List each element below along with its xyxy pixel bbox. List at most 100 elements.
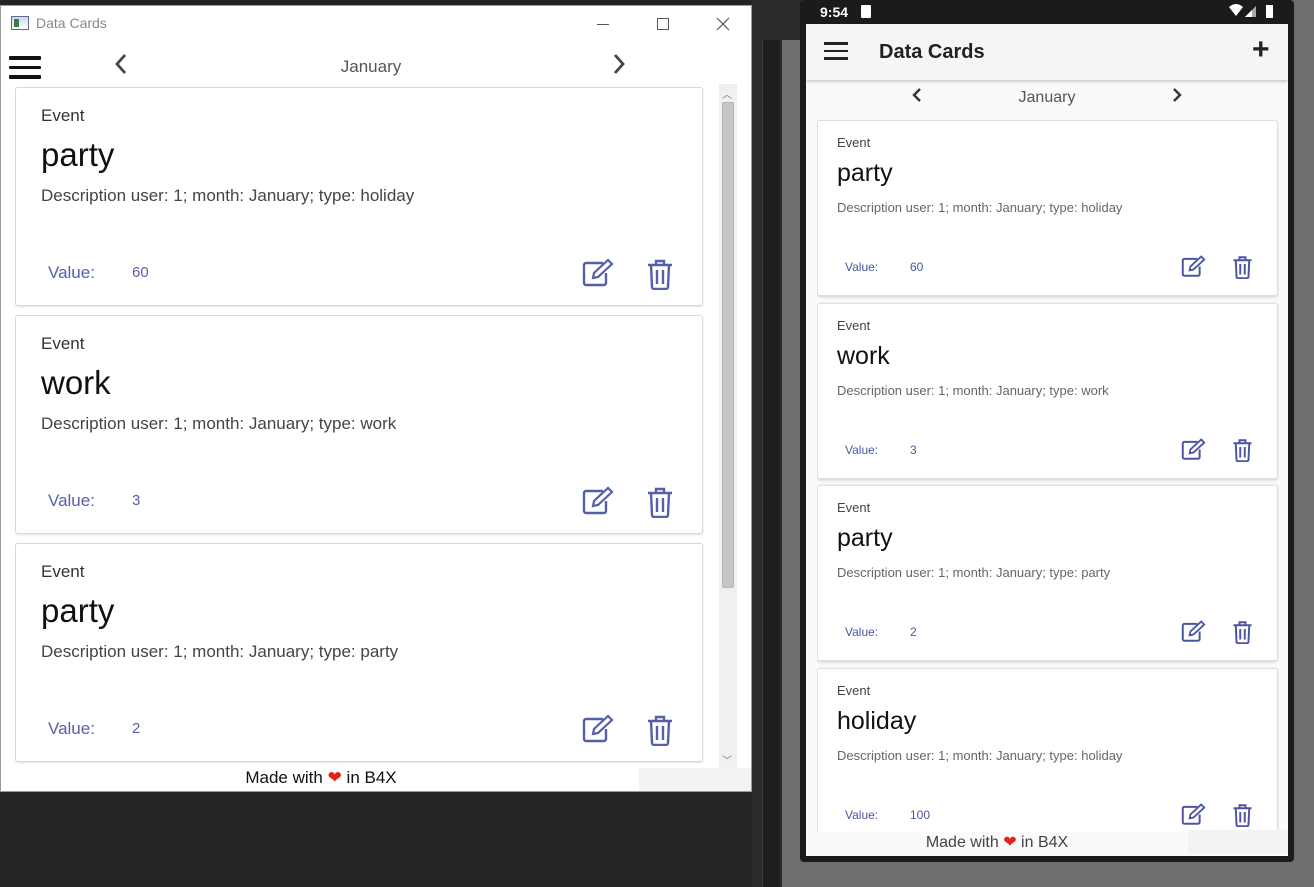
data-card: Event party Description user: 1; month: …	[817, 485, 1278, 661]
footer-credit: Made with ❤ in B4X	[806, 832, 1188, 852]
trash-icon[interactable]	[646, 258, 674, 290]
value-label: Value:	[845, 443, 879, 457]
phone-screen: Data Cards + January Event party Descrip…	[806, 24, 1288, 856]
value-text: 3	[910, 443, 917, 457]
value-label: Value:	[845, 625, 879, 639]
card-title: party	[837, 524, 893, 552]
data-card: Event work Description user: 1; month: J…	[817, 303, 1278, 479]
add-icon[interactable]: +	[1252, 33, 1270, 67]
chevron-right-icon[interactable]	[609, 48, 629, 80]
window-titlebar[interactable]: Data Cards	[1, 6, 751, 40]
month-label: January	[1018, 89, 1076, 106]
card-title: work	[837, 342, 890, 370]
ide-panel-inner	[762, 40, 780, 887]
value-label: Value:	[48, 491, 95, 510]
value-text: 100	[910, 808, 931, 822]
edit-icon[interactable]	[1180, 620, 1207, 643]
app-title: Data Cards	[879, 41, 985, 63]
data-card: Event party Description user: 1; month: …	[15, 87, 703, 306]
card-title: party	[837, 159, 893, 187]
maximize-button[interactable]	[641, 10, 685, 38]
edit-icon[interactable]	[1180, 803, 1207, 826]
value-label: Value:	[48, 719, 95, 738]
wifi-signal-icon	[1229, 4, 1256, 17]
edit-icon[interactable]	[581, 486, 615, 516]
background-taskbar	[0, 792, 752, 887]
data-card: Event party Description user: 1; month: …	[15, 543, 703, 762]
chevron-left-icon[interactable]	[111, 48, 131, 80]
card-label: Event	[837, 318, 871, 333]
card-title: holiday	[837, 707, 917, 735]
card-description: Description user: 1; month: January; typ…	[837, 383, 1109, 398]
value-label: Value:	[48, 263, 95, 282]
scroll-up-icon[interactable]: ︿	[722, 86, 732, 101]
scrollbar-thumb[interactable]	[722, 102, 734, 588]
card-list[interactable]: Event party Description user: 1; month: …	[15, 87, 705, 767]
edit-icon[interactable]	[581, 258, 615, 288]
trash-icon[interactable]	[1232, 803, 1253, 827]
card-description: Description user: 1; month: January; typ…	[41, 414, 397, 433]
footer-text-pre: Made with	[245, 768, 323, 787]
status-bar: 9:54	[800, 0, 1294, 24]
trash-icon[interactable]	[646, 714, 674, 746]
battery-icon	[1266, 5, 1273, 18]
app-window-icon	[11, 16, 29, 30]
trash-icon[interactable]	[1232, 255, 1253, 279]
vertical-scrollbar[interactable]: ︿ ﹀	[719, 84, 737, 768]
hamburger-icon[interactable]	[824, 42, 848, 60]
trash-icon[interactable]	[646, 486, 674, 518]
footer-filler	[1188, 830, 1288, 854]
card-label: Event	[837, 683, 871, 698]
chevron-right-icon[interactable]	[1170, 84, 1184, 106]
trash-icon[interactable]	[1232, 620, 1253, 644]
scroll-down-icon[interactable]: ﹀	[722, 752, 732, 767]
chevron-left-icon[interactable]	[910, 84, 924, 106]
value-text: 60	[910, 260, 924, 274]
heart-icon: ❤	[327, 768, 342, 787]
maximize-icon	[657, 18, 669, 30]
app-bar: Data Cards +	[806, 24, 1288, 80]
month-navigation: January	[1, 44, 751, 84]
card-description: Description user: 1; month: January; typ…	[837, 748, 1123, 763]
minimize-button[interactable]	[581, 10, 625, 38]
footer-text-pre: Made with	[925, 834, 999, 851]
value-text: 3	[132, 492, 141, 509]
card-label: Event	[41, 334, 85, 353]
value-text: 60	[132, 264, 149, 281]
close-icon	[716, 17, 730, 31]
data-card: Event party Description user: 1; month: …	[817, 120, 1278, 296]
ide-topbar	[752, 0, 802, 40]
trash-icon[interactable]	[1232, 438, 1253, 462]
footer-text-post: in B4X	[1021, 834, 1069, 851]
desktop-window: Data Cards January Event party Descripti…	[0, 5, 752, 792]
edit-icon[interactable]	[581, 714, 615, 744]
card-title: party	[41, 592, 115, 629]
card-label: Event	[41, 562, 85, 581]
month-navigation: January	[806, 84, 1288, 114]
minimize-icon	[597, 23, 609, 25]
close-button[interactable]	[701, 10, 745, 38]
edit-icon[interactable]	[1180, 255, 1207, 278]
card-list[interactable]: Event party Description user: 1; month: …	[817, 120, 1279, 832]
card-label: Event	[837, 500, 871, 515]
value-text: 2	[910, 625, 917, 639]
hamburger-icon[interactable]	[9, 56, 41, 80]
status-time: 9:54	[820, 4, 849, 20]
month-label: January	[340, 57, 402, 76]
card-title: work	[41, 364, 111, 401]
footer-text-post: in B4X	[346, 768, 397, 787]
phone-emulator: 9:54 Data Cards + January Event party De…	[800, 0, 1294, 862]
value-label: Value:	[845, 808, 879, 822]
sd-card-icon	[861, 5, 871, 18]
edit-icon[interactable]	[1180, 438, 1207, 461]
card-description: Description user: 1; month: January; typ…	[41, 642, 399, 661]
footer-filler	[639, 768, 751, 791]
footer-credit: Made with ❤ in B4X	[1, 768, 641, 788]
heart-icon: ❤	[1003, 834, 1017, 851]
card-label: Event	[837, 135, 871, 150]
data-card: Event holiday Description user: 1; month…	[817, 668, 1278, 832]
card-description: Description user: 1; month: January; typ…	[41, 186, 415, 205]
card-description: Description user: 1; month: January; typ…	[837, 200, 1123, 215]
value-label: Value:	[845, 260, 879, 274]
card-description: Description user: 1; month: January; typ…	[837, 565, 1111, 580]
